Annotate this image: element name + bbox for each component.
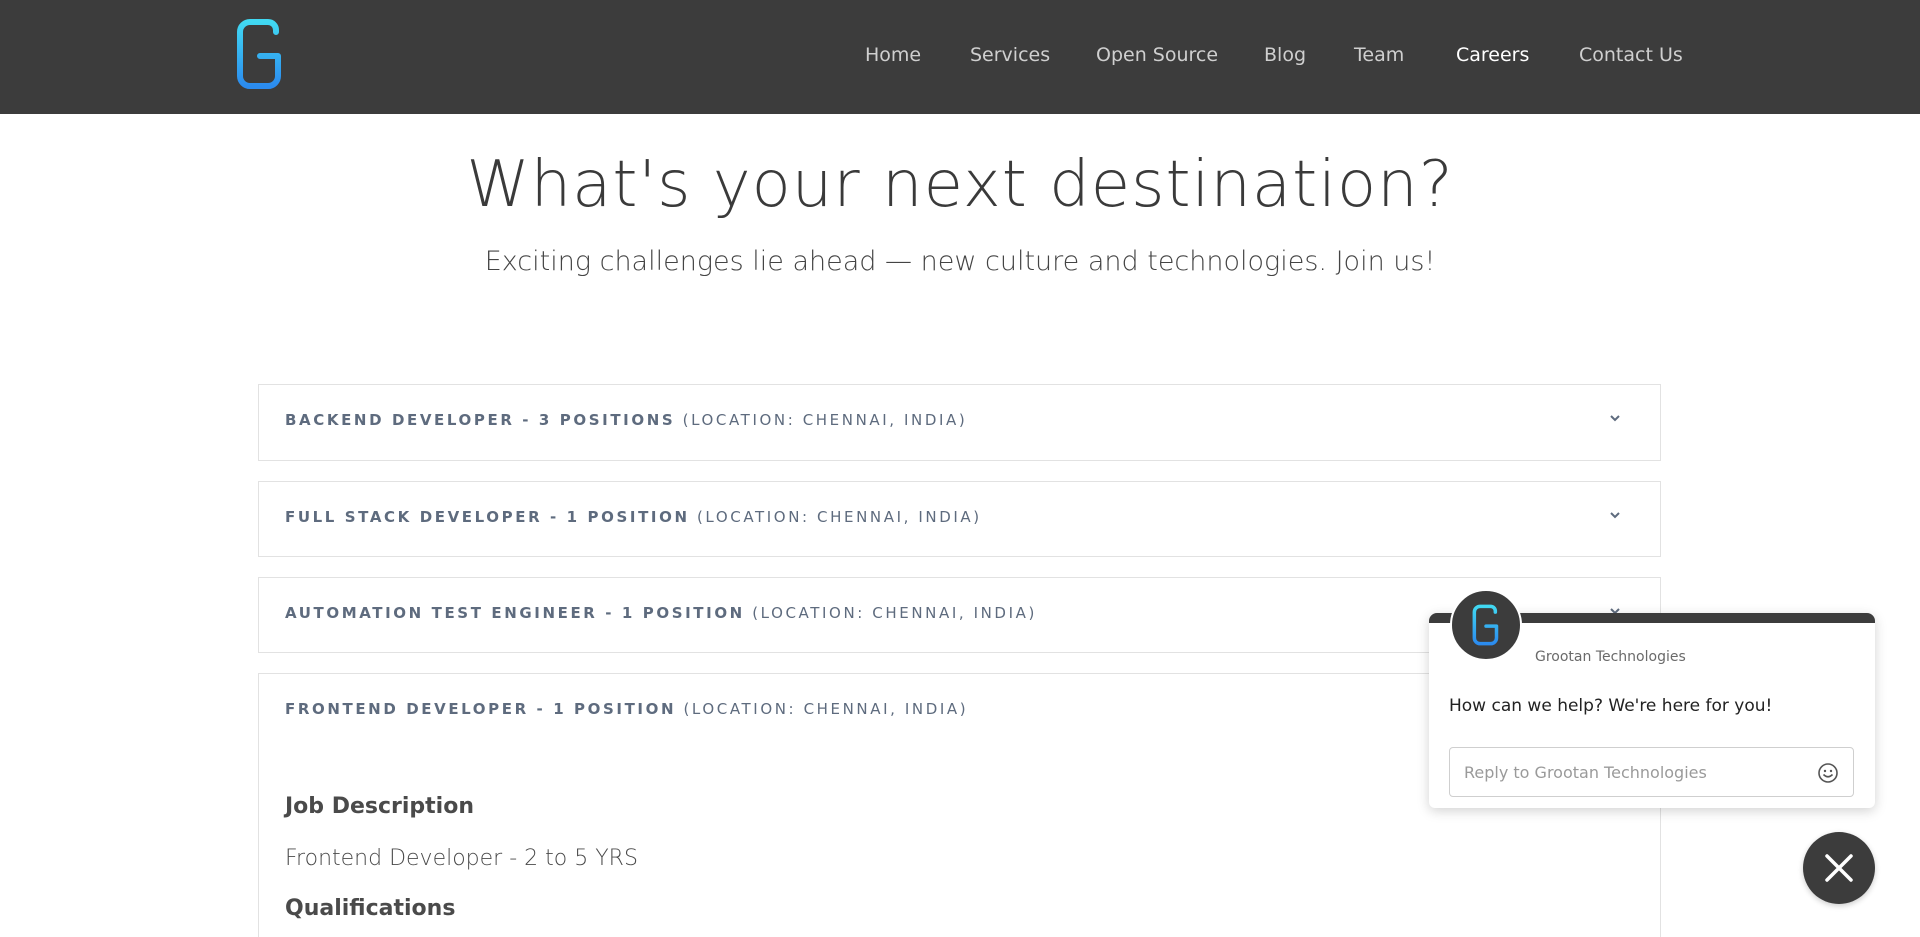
nav-home[interactable]: Home <box>865 44 921 66</box>
nav-services[interactable]: Services <box>970 44 1050 66</box>
job-title: AUTOMATION TEST ENGINEER - 1 POSITION <box>285 604 745 622</box>
nav-contact-us[interactable]: Contact Us <box>1579 44 1683 66</box>
main-nav: Home Services Open Source Blog Team Care… <box>0 44 1920 72</box>
job-title: BACKEND DEVELOPER - 3 POSITIONS <box>285 411 676 429</box>
job-item-full-stack[interactable]: FULL STACK DEVELOPER - 1 POSITION (LOCAT… <box>258 481 1661 557</box>
nav-careers[interactable]: Careers <box>1456 44 1529 66</box>
job-title: FRONTEND DEVELOPER - 1 POSITION <box>285 700 677 718</box>
nav-blog[interactable]: Blog <box>1264 44 1306 66</box>
job-title: FULL STACK DEVELOPER - 1 POSITION <box>285 508 690 526</box>
chat-avatar <box>1450 589 1522 661</box>
page-subtitle: Exciting challenges lie ahead — new cult… <box>484 246 1436 277</box>
nav-open-source[interactable]: Open Source <box>1096 44 1218 66</box>
job-location: (LOCATION: CHENNAI, INDIA) <box>683 700 969 718</box>
smiley-icon[interactable] <box>1817 762 1839 784</box>
chat-close-button[interactable] <box>1803 832 1875 904</box>
job-header: AUTOMATION TEST ENGINEER - 1 POSITION (L… <box>285 604 1037 628</box>
chevron-down-icon[interactable] <box>1608 411 1622 425</box>
chevron-down-icon[interactable] <box>1608 508 1622 522</box>
chat-reply-input[interactable] <box>1449 747 1854 797</box>
close-icon <box>1825 854 1853 882</box>
chat-message: How can we help? We're here for you! <box>1449 696 1773 716</box>
job-description-heading: Job Description <box>285 794 474 819</box>
job-item-backend[interactable]: BACKEND DEVELOPER - 3 POSITIONS (LOCATIO… <box>258 384 1661 461</box>
grootan-logo-icon <box>1472 604 1499 646</box>
job-header: BACKEND DEVELOPER - 3 POSITIONS (LOCATIO… <box>285 411 967 435</box>
job-location: (LOCATION: CHENNAI, INDIA) <box>752 604 1037 622</box>
job-location: (LOCATION: CHENNAI, INDIA) <box>696 508 982 526</box>
job-header: FRONTEND DEVELOPER - 1 POSITION (LOCATIO… <box>285 700 968 724</box>
qualifications-heading: Qualifications <box>285 896 456 921</box>
site-header: Home Services Open Source Blog Team Care… <box>0 0 1920 114</box>
chat-company-name: Grootan Technologies <box>1535 649 1686 665</box>
job-description-text: Frontend Developer - 2 to 5 YRS <box>285 846 638 871</box>
job-header: FULL STACK DEVELOPER - 1 POSITION (LOCAT… <box>285 508 982 532</box>
job-location: (LOCATION: CHENNAI, INDIA) <box>682 411 968 429</box>
page-title: What's your next destination? <box>466 148 1454 222</box>
nav-team[interactable]: Team <box>1354 44 1404 66</box>
